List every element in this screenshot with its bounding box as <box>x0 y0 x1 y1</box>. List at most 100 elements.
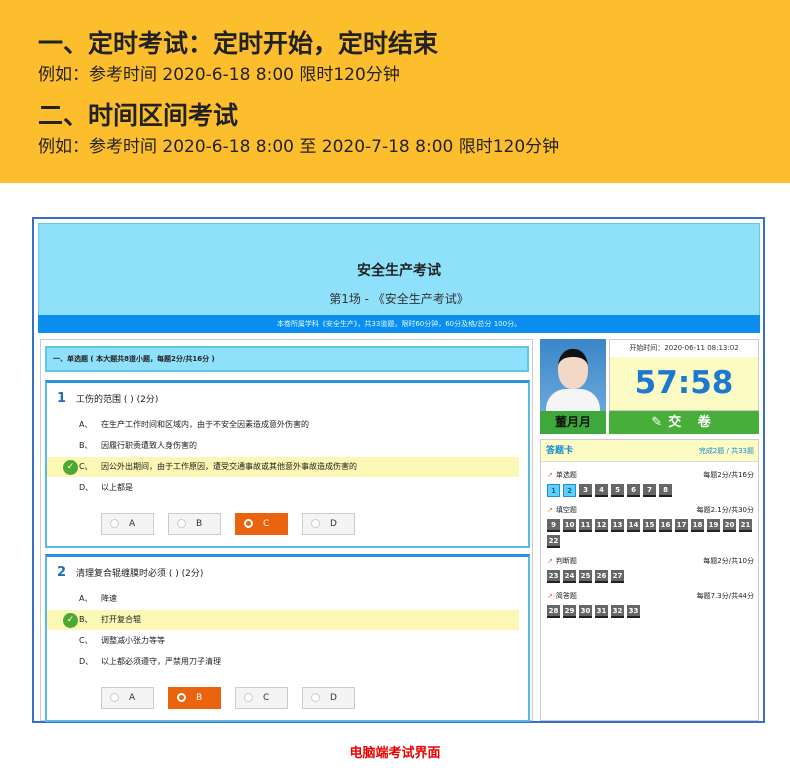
question-nav-button[interactable]: 5 <box>611 484 624 497</box>
option-row[interactable]: ✓ B、 打开复合辊 <box>47 610 519 630</box>
answer-radio-a[interactable]: A <box>101 687 154 709</box>
question-nav-button[interactable]: 15 <box>643 519 656 532</box>
radio-label: C <box>263 519 270 529</box>
option-letter: B、 <box>79 441 93 450</box>
question-nav-button[interactable]: 18 <box>691 519 704 532</box>
question-nav-button[interactable]: 20 <box>723 519 736 532</box>
option-letter: A、 <box>79 594 93 603</box>
exam-session: 第1场 - 《安全生产考试》 <box>329 292 469 306</box>
question-nav-button[interactable]: 7 <box>643 484 656 497</box>
radio-icon <box>244 519 253 528</box>
candidate-photo <box>540 339 606 411</box>
check-icon: ✓ <box>63 613 78 628</box>
answer-radio-a[interactable]: A <box>101 513 154 535</box>
answer-radio-b[interactable]: B <box>168 513 221 535</box>
answer-radio-d[interactable]: D <box>302 687 355 709</box>
question-title: 2 清理复合辊缠膜时必须 ( ) (2分) <box>57 565 203 580</box>
radio-label: B <box>196 693 203 703</box>
start-time: 开始时间：2020-06-11 08:13:02 <box>610 340 758 357</box>
answer-radio-b[interactable]: B <box>168 687 221 709</box>
option-row[interactable]: C、 调整减小张力等等 <box>47 631 519 651</box>
question-nav-button[interactable]: 14 <box>627 519 640 532</box>
question-nav-button[interactable]: 4 <box>595 484 608 497</box>
section-title: 一、单选题 ( 本大题共8道小题，每题2分/共16分 ) <box>45 346 529 372</box>
question-nav-button[interactable]: 16 <box>659 519 672 532</box>
question-group: ↗ 简答题 每题7.3分/共44分 28 29 30 31 32 33 <box>547 589 754 618</box>
group-name: 填空题 <box>555 506 577 514</box>
option-row[interactable]: ✓ C、 因公外出期间，由于工作原因，遭受交通事故或其他意外事故造成伤害的 <box>47 457 519 477</box>
option-row[interactable]: A、 在生产工作时间和区域内，由于不安全因素造成意外伤害的 <box>47 415 519 435</box>
answer-radio-c[interactable]: C <box>235 513 288 535</box>
option-letter: B、 <box>79 615 93 624</box>
question-nav-button[interactable]: 33 <box>627 605 640 618</box>
question-nav-button[interactable]: 23 <box>547 570 560 583</box>
question-nav-button[interactable]: 19 <box>707 519 720 532</box>
question-nav-button[interactable]: 10 <box>563 519 576 532</box>
question-nav-button[interactable]: 29 <box>563 605 576 618</box>
question-nav-button[interactable]: 13 <box>611 519 624 532</box>
radio-icon <box>110 519 119 528</box>
radio-label: A <box>129 519 136 529</box>
group-score: 每题7.3分/共44分 <box>696 592 754 600</box>
group-score: 每题2分/共10分 <box>703 557 754 565</box>
question-group: ↗ 填空题 每题2.1分/共30分 9 10 11 12 13 14 15 16 17 18 19 20 21… <box>547 503 754 548</box>
radio-label: D <box>330 519 337 529</box>
radio-label: B <box>196 519 203 529</box>
question-text: 工伤的范围 ( ) (2分) <box>76 395 159 405</box>
question-nav-button[interactable]: 11 <box>579 519 592 532</box>
question-nav-button[interactable]: 32 <box>611 605 624 618</box>
submit-button[interactable]: ✎交 卷 <box>609 411 759 434</box>
option-row[interactable]: A、 降速 <box>47 589 519 609</box>
question-nav-button[interactable]: 8 <box>659 484 672 497</box>
question-nav-button[interactable]: 17 <box>675 519 688 532</box>
option-letter: C、 <box>79 636 93 645</box>
question-nav-button[interactable]: 6 <box>627 484 640 497</box>
question-group: ↗ 单选题 每题2分/共16分 1 2 3 4 5 6 7 8 <box>547 468 754 497</box>
radio-icon <box>110 693 119 702</box>
option-letter: C、 <box>79 462 93 471</box>
question-nav-button[interactable]: 2 <box>563 484 576 497</box>
group-score: 每题2分/共16分 <box>703 471 754 479</box>
external-link-icon: ↗ <box>547 471 553 479</box>
question-nav-button[interactable]: 25 <box>579 570 592 583</box>
option-text: 调整减小张力等等 <box>101 636 165 645</box>
question-nav-button[interactable]: 30 <box>579 605 592 618</box>
answer-card-title: 答题卡 <box>546 446 574 456</box>
promo-title-1: 一、定时考试：定时开始，定时结束 <box>38 29 439 58</box>
question-nav-button[interactable]: 1 <box>547 484 560 497</box>
external-link-icon: ↗ <box>547 592 553 600</box>
option-text: 因公外出期间，由于工作原因，遭受交通事故或其他意外事故造成伤害的 <box>101 462 357 471</box>
option-row[interactable]: D、 以上都必须遵守，严禁用刀子清理 <box>47 652 519 672</box>
option-row[interactable]: D、 以上都是 <box>47 478 519 498</box>
question-nav-button[interactable]: 22 <box>547 535 560 548</box>
question-number: 1 <box>57 391 67 406</box>
question-card: 2 清理复合辊缠膜时必须 ( ) (2分) A、 降速 ✓ B、 打开复合辊 C、 调整减小张力… <box>45 554 530 722</box>
candidate-name: 董月月 <box>540 411 606 434</box>
question-nav-button[interactable]: 21 <box>739 519 752 532</box>
external-link-icon: ↗ <box>547 557 553 565</box>
radio-icon <box>311 693 320 702</box>
question-nav-button[interactable]: 31 <box>595 605 608 618</box>
question-nav-button[interactable]: 28 <box>547 605 560 618</box>
answer-radio-c[interactable]: C <box>235 687 288 709</box>
exam-info: 本卷所属学科《安全生产》，共33道题，限时60分钟，60分及格/总分 100分。 <box>38 315 760 333</box>
promo-sub-2: 例如：参考时间 2020-6-18 8:00 至 2020-7-18 8:00 … <box>38 137 560 157</box>
radio-label: A <box>129 693 136 703</box>
question-nav-button[interactable]: 12 <box>595 519 608 532</box>
group-name: 单选题 <box>555 471 577 479</box>
radio-label: D <box>330 693 337 703</box>
question-group: ↗ 判断题 每题2分/共10分 23 24 25 26 27 <box>547 554 754 583</box>
question-nav-button[interactable]: 9 <box>547 519 560 532</box>
question-nav-button[interactable]: 3 <box>579 484 592 497</box>
radio-icon <box>177 693 186 702</box>
question-text: 清理复合辊缠膜时必须 ( ) (2分) <box>76 569 204 579</box>
option-row[interactable]: B、 因履行职责遭致人身伤害的 <box>47 436 519 456</box>
question-nav-button[interactable]: 27 <box>611 570 624 583</box>
option-letter: D、 <box>79 657 94 666</box>
caption: 电脑端考试界面 <box>349 746 441 761</box>
question-nav-button[interactable]: 24 <box>563 570 576 583</box>
answer-radio-d[interactable]: D <box>302 513 355 535</box>
option-letter: A、 <box>79 420 93 429</box>
question-nav-button[interactable]: 26 <box>595 570 608 583</box>
option-letter: D、 <box>79 483 94 492</box>
